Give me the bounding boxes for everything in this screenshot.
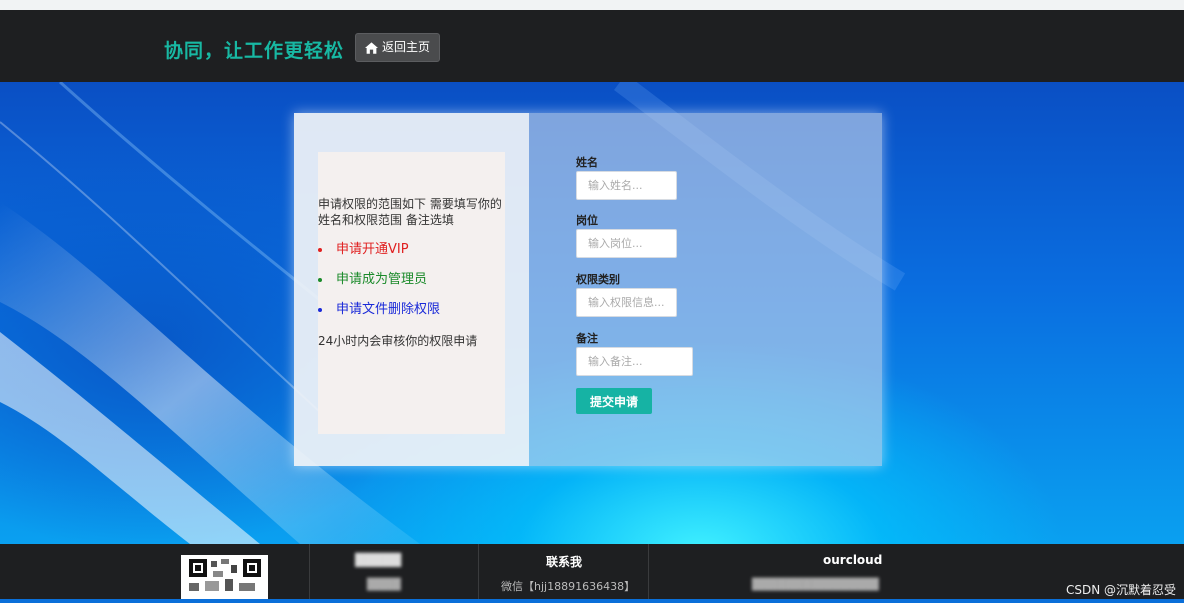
permission-item-label: 申请成为管理员 (336, 272, 428, 287)
blurred-footer-text: ████ (367, 578, 401, 591)
qr-code-pattern (189, 559, 261, 591)
submit-button[interactable]: 提交申请 (576, 388, 652, 414)
remark-input[interactable] (576, 347, 693, 376)
bullet-dot (318, 248, 322, 252)
blurred-ourcloud-text: ███████████████ (752, 578, 879, 591)
info-intro: 申请权限的范围如下 需要填写你的姓名和权限范围 备注选填 (318, 197, 502, 227)
name-input[interactable] (576, 171, 677, 200)
footer-divider (648, 544, 649, 599)
bullet-dot (318, 278, 322, 282)
csdn-watermark: CSDN @沉默着忍受 (1065, 583, 1176, 597)
position-input[interactable] (576, 229, 677, 258)
blurred-footer-title: █████ (355, 553, 402, 567)
ourcloud-title: ourcloud (823, 553, 883, 567)
brand-title: 协同，让工作更轻松 (164, 40, 345, 62)
site-footer: █████ ████ 联系我 微信【hjj18891636438】 ourclo… (0, 544, 1184, 599)
permission-request-card: 申请权限的范围如下 需要填写你的姓名和权限范围 备注选填 申请开通VIP 申请成… (294, 113, 882, 466)
home-button[interactable]: 返回主页 (355, 33, 441, 62)
footer-divider (478, 544, 479, 599)
top-navbar: 协同，让工作更轻松 返回主页 (0, 10, 1184, 82)
application-form: 姓名 岗位 权限类别 备注 提交申请 (529, 113, 882, 466)
name-label: 姓名 (576, 156, 598, 169)
permission-item-label: 申请开通VIP (336, 242, 409, 257)
list-item: 申请开通VIP (318, 240, 440, 270)
permission-list: 申请开通VIP 申请成为管理员 申请文件删除权限 (318, 240, 440, 330)
permission-type-label: 权限类别 (576, 273, 620, 286)
hero-background: 申请权限的范围如下 需要填写你的姓名和权限范围 备注选填 申请开通VIP 申请成… (0, 82, 1184, 544)
review-notice: 24小时内会审核你的权限申请 (318, 334, 478, 348)
position-label: 岗位 (576, 214, 598, 227)
permission-type-input[interactable] (576, 288, 677, 317)
permission-info-box: 申请权限的范围如下 需要填写你的姓名和权限范围 备注选填 申请开通VIP 申请成… (318, 152, 505, 434)
list-item: 申请文件删除权限 (318, 300, 440, 330)
permission-item-label: 申请文件删除权限 (336, 302, 441, 317)
home-button-label: 返回主页 (382, 40, 431, 54)
card-info-panel: 申请权限的范围如下 需要填写你的姓名和权限范围 备注选填 申请开通VIP 申请成… (294, 113, 529, 466)
list-item: 申请成为管理员 (318, 270, 440, 300)
qr-code-image (181, 555, 268, 599)
footer-divider (309, 544, 310, 599)
home-icon (365, 41, 378, 54)
contact-wechat: 微信【hjj18891636438】 (501, 580, 636, 593)
bullet-dot (318, 308, 322, 312)
remark-label: 备注 (576, 332, 598, 345)
contact-title: 联系我 (546, 555, 583, 569)
